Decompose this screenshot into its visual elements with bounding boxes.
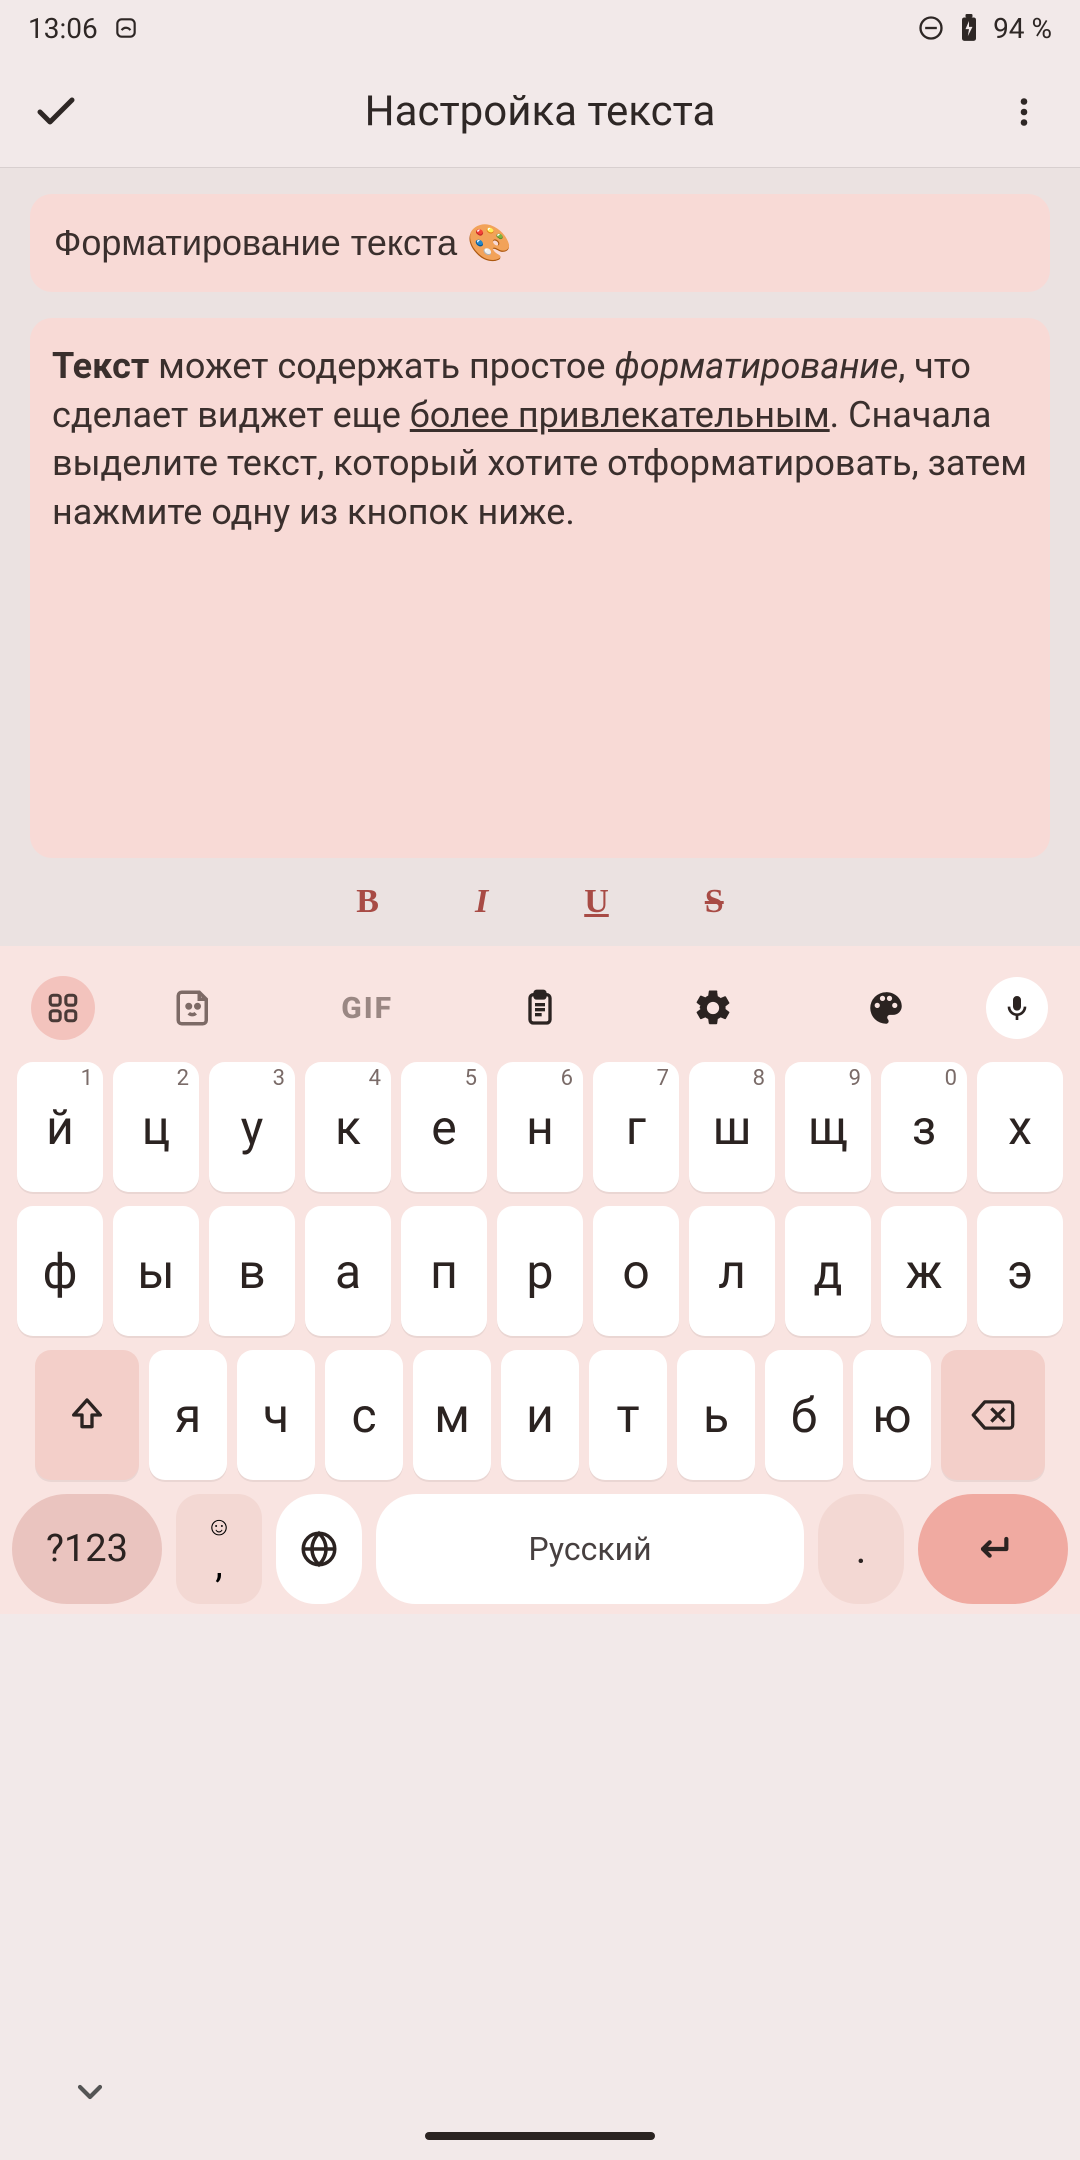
key-у[interactable]: у3 bbox=[209, 1062, 295, 1192]
body-textarea[interactable]: Текст может содержать простое форматиров… bbox=[30, 318, 1050, 858]
key-д[interactable]: д bbox=[785, 1206, 871, 1336]
keyboard-keys: й1ц2у3к4е5н6г7ш8щ9з0х фывапролджэ ячсмит… bbox=[0, 1062, 1080, 1614]
key-ш[interactable]: ш8 bbox=[689, 1062, 775, 1192]
status-right: 94 % bbox=[917, 12, 1052, 45]
key-р[interactable]: р bbox=[497, 1206, 583, 1336]
body-text: может содержать простое bbox=[149, 345, 614, 387]
gif-button[interactable]: GIF bbox=[281, 991, 454, 1026]
key-hint: 9 bbox=[849, 1066, 861, 1091]
key-ю[interactable]: ю bbox=[853, 1350, 931, 1480]
key-г[interactable]: г7 bbox=[593, 1062, 679, 1192]
key-а[interactable]: а bbox=[305, 1206, 391, 1336]
key-ж[interactable]: ж bbox=[881, 1206, 967, 1336]
emoji-icon: ☺ bbox=[206, 1514, 233, 1540]
language-key[interactable] bbox=[276, 1494, 362, 1604]
dnd-icon bbox=[917, 14, 945, 42]
comma-label: , bbox=[215, 1546, 222, 1584]
keyboard-row-2: фывапролджэ bbox=[6, 1206, 1074, 1336]
keyboard-row-3: ячсмитьбю bbox=[6, 1350, 1074, 1480]
settings-icon[interactable] bbox=[626, 987, 799, 1029]
nav-gesture-pill[interactable] bbox=[425, 2132, 655, 2140]
key-о[interactable]: о bbox=[593, 1206, 679, 1336]
format-toolbar: B I U S bbox=[0, 858, 1080, 946]
period-key[interactable]: . bbox=[818, 1494, 904, 1604]
battery-charging-icon bbox=[955, 14, 983, 42]
palette-icon[interactable] bbox=[799, 987, 972, 1029]
body-underline-span: более привлекательным bbox=[410, 394, 830, 436]
key-е[interactable]: е5 bbox=[401, 1062, 487, 1192]
status-time: 13:06 bbox=[28, 12, 98, 45]
clipboard-icon[interactable] bbox=[454, 988, 627, 1028]
key-hint: 1 bbox=[81, 1066, 93, 1091]
keyboard: GIF й1ц2у3к4е5н6г7ш8щ9з0х фывапролджэ яч… bbox=[0, 946, 1080, 1614]
battery-percent: 94 % bbox=[993, 12, 1052, 45]
page-title: Настройка текста bbox=[96, 87, 984, 136]
sticker-icon[interactable] bbox=[108, 987, 281, 1029]
key-hint: 8 bbox=[753, 1066, 765, 1091]
key-ф[interactable]: ф bbox=[17, 1206, 103, 1336]
shift-key[interactable] bbox=[35, 1350, 139, 1480]
key-hint: 7 bbox=[657, 1066, 669, 1091]
confirm-button[interactable] bbox=[16, 88, 96, 136]
backspace-key[interactable] bbox=[941, 1350, 1045, 1480]
keyboard-row-1: й1ц2у3к4е5н6г7ш8щ9з0х bbox=[6, 1062, 1074, 1192]
key-ь[interactable]: ь bbox=[677, 1350, 755, 1480]
status-left: 13:06 bbox=[28, 12, 140, 45]
key-н[interactable]: н6 bbox=[497, 1062, 583, 1192]
key-м[interactable]: м bbox=[413, 1350, 491, 1480]
key-hint: 3 bbox=[273, 1066, 285, 1091]
key-hint: 0 bbox=[945, 1066, 957, 1091]
key-к[interactable]: к4 bbox=[305, 1062, 391, 1192]
app-badge-icon bbox=[112, 14, 140, 42]
key-э[interactable]: э bbox=[977, 1206, 1063, 1336]
app-bar: Настройка текста bbox=[0, 56, 1080, 168]
key-з[interactable]: з0 bbox=[881, 1062, 967, 1192]
title-input[interactable] bbox=[30, 194, 1050, 292]
key-б[interactable]: б bbox=[765, 1350, 843, 1480]
bold-button[interactable]: B bbox=[356, 883, 379, 921]
strikethrough-button[interactable]: S bbox=[705, 883, 724, 921]
mic-icon[interactable] bbox=[986, 977, 1048, 1039]
key-hint: 2 bbox=[177, 1066, 189, 1091]
key-п[interactable]: п bbox=[401, 1206, 487, 1336]
key-hint: 4 bbox=[369, 1066, 381, 1091]
key-и[interactable]: и bbox=[501, 1350, 579, 1480]
key-hint: 6 bbox=[561, 1066, 573, 1091]
body-bold-span: Текст bbox=[52, 345, 149, 387]
italic-button[interactable]: I bbox=[475, 883, 488, 921]
key-ч[interactable]: ч bbox=[237, 1350, 315, 1480]
key-щ[interactable]: щ9 bbox=[785, 1062, 871, 1192]
key-hint: 5 bbox=[465, 1066, 477, 1091]
underline-button[interactable]: U bbox=[584, 883, 609, 921]
key-в[interactable]: в bbox=[209, 1206, 295, 1336]
key-л[interactable]: л bbox=[689, 1206, 775, 1336]
content-area: Текст может содержать простое форматиров… bbox=[0, 168, 1080, 858]
key-й[interactable]: й1 bbox=[17, 1062, 103, 1192]
keyboard-toolbar: GIF bbox=[0, 954, 1080, 1062]
status-bar: 13:06 94 % bbox=[0, 0, 1080, 56]
key-т[interactable]: т bbox=[589, 1350, 667, 1480]
key-х[interactable]: х bbox=[977, 1062, 1063, 1192]
keyboard-hide-icon[interactable] bbox=[70, 2072, 110, 2112]
space-key[interactable]: Русский bbox=[376, 1494, 804, 1604]
symbols-key[interactable]: ?123 bbox=[12, 1494, 162, 1604]
navigation-bar bbox=[0, 2060, 1080, 2160]
key-я[interactable]: я bbox=[149, 1350, 227, 1480]
key-ц[interactable]: ц2 bbox=[113, 1062, 199, 1192]
emoji-comma-key[interactable]: ☺ , bbox=[176, 1494, 262, 1604]
keyboard-row-4: ?123 ☺ , Русский . bbox=[6, 1494, 1074, 1604]
key-с[interactable]: с bbox=[325, 1350, 403, 1480]
key-ы[interactable]: ы bbox=[113, 1206, 199, 1336]
body-italic-span: форматирование bbox=[614, 345, 898, 387]
more-options-button[interactable] bbox=[984, 94, 1064, 130]
enter-key[interactable] bbox=[918, 1494, 1068, 1604]
apps-icon[interactable] bbox=[31, 976, 95, 1040]
